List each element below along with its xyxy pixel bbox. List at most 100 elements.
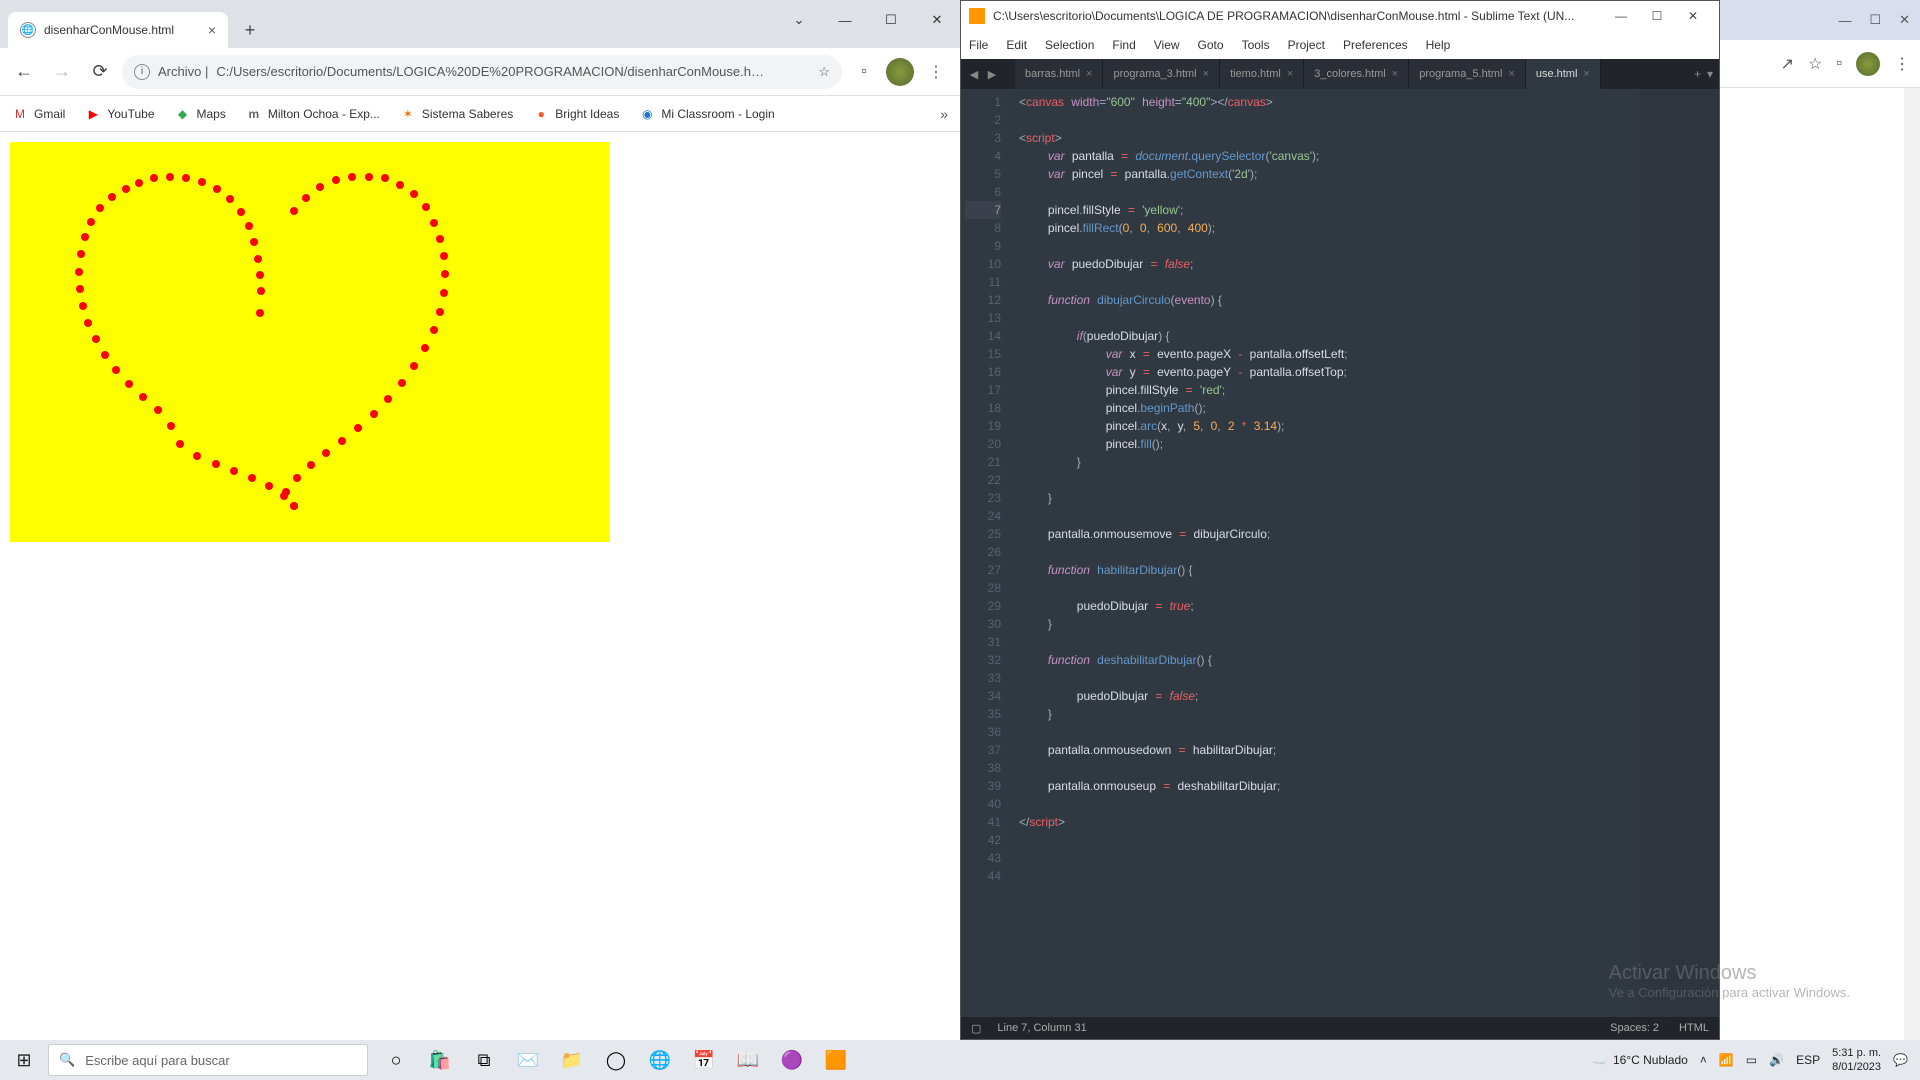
kebab-menu-icon[interactable]: ⋮ — [1894, 54, 1910, 74]
close-icon[interactable]: × — [1086, 68, 1092, 80]
close-icon[interactable]: × — [1392, 68, 1398, 80]
menu-find[interactable]: Find — [1112, 38, 1135, 52]
editor-tab[interactable]: programa_5.html × — [1409, 59, 1526, 89]
close-icon[interactable]: ✕ — [1899, 12, 1910, 28]
editor-tab[interactable]: 3_colores.html× — [1304, 59, 1409, 89]
notifications-icon[interactable]: 💬 — [1893, 1053, 1908, 1067]
minimize-icon[interactable]: — — [1838, 13, 1851, 28]
store-icon[interactable]: 🛍️ — [418, 1040, 462, 1080]
scrollbar[interactable] — [1904, 88, 1920, 1040]
menu-project[interactable]: Project — [1288, 38, 1325, 52]
bookmark-icon: ◆ — [175, 106, 191, 122]
drawing-canvas[interactable] — [10, 142, 610, 542]
star-icon[interactable]: ☆ — [818, 64, 830, 80]
mail-icon[interactable]: ✉️ — [506, 1040, 550, 1080]
line-gutter: 1234567891011121314151617181920212223242… — [961, 89, 1011, 1017]
menu-help[interactable]: Help — [1426, 38, 1451, 52]
back-button[interactable]: ← — [8, 56, 40, 88]
taskbar-clock[interactable]: 5:31 p. m. 8/01/2023 — [1832, 1046, 1881, 1074]
editor-tab[interactable]: use.html× — [1526, 59, 1601, 89]
site-info-icon[interactable]: i — [134, 64, 150, 80]
bookmarks-overflow-icon[interactable]: » — [940, 106, 948, 122]
forward-button[interactable]: → — [46, 56, 78, 88]
volume-icon[interactable]: 🔊 — [1769, 1053, 1784, 1067]
tab-label: programa_5.html — [1419, 68, 1502, 80]
sublime-title: C:\Users\escritorio\Documents\LOGICA DE … — [993, 9, 1603, 23]
editor-tab[interactable]: tiemo.html× — [1220, 59, 1304, 89]
sublime-taskbar-icon[interactable]: 🟧 — [814, 1040, 858, 1080]
menu-tools[interactable]: Tools — [1242, 38, 1270, 52]
tab-label: programa_3.html — [1113, 68, 1196, 80]
battery-icon[interactable]: ▭ — [1746, 1053, 1757, 1067]
browser-tab[interactable]: 🌐 disenharConMouse.html × — [8, 12, 228, 48]
new-file-icon[interactable]: + — [1694, 67, 1701, 81]
tab-prev-icon[interactable]: ◀ — [965, 68, 983, 81]
tabs-dropdown-icon[interactable]: ▾ — [1707, 67, 1713, 81]
sublime-statusbar: ▢ Line 7, Column 31 Spaces: 2 HTML — [961, 1017, 1719, 1039]
tab-next-icon[interactable]: ▶ — [983, 68, 1001, 81]
star-icon[interactable]: ☆ — [1808, 54, 1822, 74]
new-tab-button[interactable]: + — [236, 16, 264, 44]
reload-button[interactable]: ⟳ — [84, 56, 116, 88]
profile-avatar[interactable] — [886, 58, 914, 86]
bookmark-item[interactable]: ◆Maps — [175, 106, 226, 122]
bookmark-item[interactable]: ◉ Mi Classroom - Login — [639, 106, 774, 122]
explorer-icon[interactable]: 📁 — [550, 1040, 594, 1080]
minimap[interactable] — [1639, 89, 1719, 1017]
sublime-tabstrip: ◀▶ barras.html×programa_3.html×tiemo.htm… — [961, 59, 1719, 89]
kebab-menu-icon[interactable]: ⋮ — [920, 56, 952, 88]
bookmark-item[interactable]: ✶Sistema Saberes — [400, 106, 513, 122]
close-window-icon[interactable]: ✕ — [914, 0, 960, 40]
menu-edit[interactable]: Edit — [1006, 38, 1027, 52]
taskbar-search[interactable]: 🔍 Escribe aquí para buscar — [48, 1044, 368, 1076]
menu-preferences[interactable]: Preferences — [1343, 38, 1408, 52]
bookmark-item[interactable]: ●Bright Ideas — [533, 106, 619, 122]
sublime-editor[interactable]: 1234567891011121314151617181920212223242… — [961, 89, 1719, 1017]
start-button[interactable]: ⊞ — [0, 1040, 48, 1080]
chrome-icon[interactable]: ◯ — [594, 1040, 638, 1080]
reader-icon[interactable]: 📖 — [726, 1040, 770, 1080]
edge-icon[interactable]: 🌐 — [638, 1040, 682, 1080]
menu-goto[interactable]: Goto — [1198, 38, 1224, 52]
close-icon[interactable]: ✕ — [1675, 1, 1711, 31]
maximize-icon[interactable]: ☐ — [868, 0, 914, 40]
weather-widget[interactable]: ☁️ 16°C Nublado — [1592, 1053, 1688, 1067]
address-bar[interactable]: i Archivo | C:/Users/escritorio/Document… — [122, 55, 842, 89]
close-icon[interactable]: × — [1508, 68, 1514, 80]
minimize-icon[interactable]: — — [822, 0, 868, 40]
bookmark-label: Mi Classroom - Login — [661, 107, 774, 121]
app-icon[interactable]: 🟣 — [770, 1040, 814, 1080]
code-content[interactable]: <canvas width="600" height="400"></canva… — [1011, 89, 1639, 1017]
menu-file[interactable]: File — [969, 38, 988, 52]
editor-tab[interactable]: programa_3.html × — [1103, 59, 1220, 89]
bookmark-item[interactable]: mMilton Ochoa - Exp... — [246, 106, 380, 122]
cortana-icon[interactable]: ○ — [374, 1040, 418, 1080]
calendar-icon[interactable]: 📅 — [682, 1040, 726, 1080]
maximize-icon[interactable]: ☐ — [1639, 1, 1675, 31]
taskview-icon[interactable]: ⧉ — [462, 1040, 506, 1080]
input-language[interactable]: ESP — [1796, 1053, 1820, 1067]
menu-selection[interactable]: Selection — [1045, 38, 1094, 52]
chevron-up-icon[interactable]: ˄ — [1700, 1053, 1707, 1067]
close-icon[interactable]: × — [1203, 68, 1209, 80]
bookmark-item[interactable]: ▶YouTube — [85, 106, 154, 122]
extensions-icon[interactable]: ▫ — [848, 56, 880, 88]
share-icon[interactable]: ↗ — [1781, 54, 1794, 74]
url-text: C:/Users/escritorio/Documents/LOGICA%20D… — [216, 64, 810, 79]
caret-down-icon[interactable]: ⌄ — [776, 0, 822, 40]
close-icon[interactable]: × — [208, 22, 216, 38]
syntax-status[interactable]: HTML — [1679, 1022, 1709, 1034]
editor-tab[interactable]: barras.html× — [1015, 59, 1103, 89]
menu-view[interactable]: View — [1154, 38, 1180, 52]
bookmark-item[interactable]: MGmail — [12, 106, 65, 122]
maximize-icon[interactable]: ☐ — [1869, 12, 1881, 28]
panel-icon[interactable]: ▫ — [1836, 55, 1842, 73]
profile-avatar[interactable] — [1856, 52, 1880, 76]
network-icon[interactable]: 📶 — [1719, 1053, 1734, 1067]
close-icon[interactable]: × — [1287, 68, 1293, 80]
indentation-status[interactable]: Spaces: 2 — [1610, 1022, 1659, 1034]
statusbar-sidebar-icon[interactable]: ▢ — [971, 1022, 981, 1035]
minimize-icon[interactable]: — — [1603, 1, 1639, 31]
close-icon[interactable]: × — [1583, 68, 1589, 80]
bookmark-icon: ◉ — [639, 106, 655, 122]
